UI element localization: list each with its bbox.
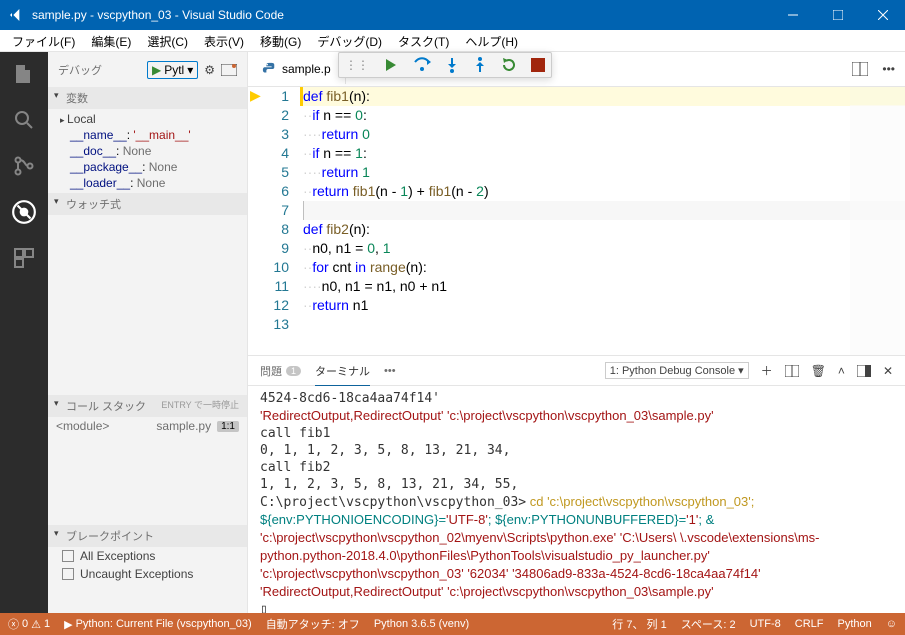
new-terminal-icon[interactable]: ＋ <box>761 362 773 379</box>
split-terminal-icon[interactable] <box>785 365 799 377</box>
step-over-button[interactable] <box>413 57 431 73</box>
vscode-logo-icon <box>8 7 24 23</box>
restart-button[interactable] <box>501 57 517 73</box>
split-editor-icon[interactable] <box>852 62 868 76</box>
minimap[interactable] <box>850 87 905 355</box>
debug-sidebar: デバッグ ▶Pytl▾ ⚙ 変数 Local __name__: '__main… <box>48 52 248 613</box>
tab-label: sample.p <box>282 62 331 76</box>
step-into-button[interactable] <box>445 57 459 73</box>
section-variables[interactable]: 変数 <box>48 87 247 109</box>
maximize-panel-icon[interactable]: ˄ <box>838 364 845 378</box>
panel-tab-problems[interactable]: 問題1 <box>260 363 301 379</box>
tab-sample-py[interactable]: sample.p <box>248 54 346 84</box>
bp-uncaught-exceptions[interactable]: Uncaught Exceptions <box>48 565 247 583</box>
debug-toolbar[interactable]: ⋮⋮ <box>338 52 552 78</box>
scope-local[interactable]: Local <box>48 111 247 127</box>
status-errors[interactable]: ⓧ0 ⚠1 <box>8 616 50 632</box>
code-editor[interactable]: ▶ 12345678910111213 def fib1(n):··if n =… <box>248 87 905 355</box>
status-encoding[interactable]: UTF-8 <box>750 616 781 632</box>
sidebar-title: デバッグ <box>58 62 141 78</box>
status-bar: ⓧ0 ⚠1 ▶ Python: Current File (vscpython_… <box>0 613 905 635</box>
more-actions-icon[interactable]: ••• <box>882 62 895 76</box>
close-panel-icon[interactable]: ✕ <box>883 364 893 378</box>
window-title: sample.py - vscpython_03 - Visual Studio… <box>32 8 770 22</box>
panel-tab-more[interactable]: ••• <box>384 365 396 377</box>
section-callstack[interactable]: コール スタック ENTRY で一時停止 <box>48 395 247 417</box>
status-auto-attach[interactable]: 自動アタッチ: オフ <box>266 616 360 632</box>
continue-button[interactable] <box>383 57 399 73</box>
menu-file[interactable]: ファイル(F) <box>4 30 83 51</box>
menubar: ファイル(F) 編集(E) 選択(C) 表示(V) 移動(G) デバッグ(D) … <box>0 30 905 52</box>
menu-tasks[interactable]: タスク(T) <box>390 30 457 51</box>
status-indent[interactable]: スペース: 2 <box>681 616 736 632</box>
editor-tabs: sample.p ⋮⋮ ••• <box>248 52 905 87</box>
close-button[interactable] <box>860 0 905 30</box>
debug-settings-icon[interactable]: ⚙ <box>204 63 215 77</box>
panel-tab-terminal[interactable]: ターミナル <box>315 363 370 386</box>
menu-view[interactable]: 表示(V) <box>196 30 252 51</box>
menu-debug[interactable]: デバッグ(D) <box>309 30 390 51</box>
bottom-panel: 問題1 ターミナル ••• 1: Python Debug Console ▾ … <box>248 355 905 613</box>
activity-bar <box>0 52 48 613</box>
bp-all-exceptions[interactable]: All Exceptions <box>48 547 247 565</box>
section-watch[interactable]: ウォッチ式 <box>48 193 247 215</box>
step-out-button[interactable] <box>473 57 487 73</box>
debug-console-icon[interactable] <box>221 64 237 76</box>
extensions-icon[interactable] <box>10 244 38 272</box>
section-breakpoints[interactable]: ブレークポイント <box>48 525 247 547</box>
stop-button[interactable] <box>531 58 545 72</box>
status-feedback-icon[interactable]: ☺ <box>886 616 897 632</box>
kill-terminal-icon[interactable]: 🗑 <box>811 364 826 378</box>
var-row: __package__: None <box>48 159 247 175</box>
var-row: __loader__: None <box>48 175 247 191</box>
line-gutter: 12345678910111213 <box>248 87 303 355</box>
toolbar-grip-icon[interactable]: ⋮⋮ <box>345 58 369 72</box>
status-launch-config[interactable]: ▶ Python: Current File (vscpython_03) <box>64 618 252 631</box>
menu-help[interactable]: ヘルプ(H) <box>457 30 526 51</box>
menu-edit[interactable]: 編集(E) <box>83 30 139 51</box>
titlebar: sample.py - vscpython_03 - Visual Studio… <box>0 0 905 30</box>
menu-go[interactable]: 移動(G) <box>252 30 309 51</box>
var-row: __name__: '__main__' <box>48 127 247 143</box>
scm-icon[interactable] <box>10 152 38 180</box>
minimize-button[interactable] <box>770 0 815 30</box>
maximize-button[interactable] <box>815 0 860 30</box>
move-panel-icon[interactable] <box>857 365 871 377</box>
explorer-icon[interactable] <box>10 60 38 88</box>
var-row: __doc__: None <box>48 143 247 159</box>
status-eol[interactable]: CRLF <box>795 616 824 632</box>
start-debug-button[interactable]: ▶Pytl▾ <box>147 61 198 79</box>
python-file-icon <box>262 62 276 76</box>
search-icon[interactable] <box>10 106 38 134</box>
menu-selection[interactable]: 選択(C) <box>139 30 196 51</box>
stack-frame[interactable]: <module> sample.py 1:1 <box>48 417 247 435</box>
status-language[interactable]: Python <box>838 616 872 632</box>
terminal-selector[interactable]: 1: Python Debug Console ▾ <box>605 362 749 379</box>
debug-icon[interactable] <box>10 198 38 226</box>
terminal-output[interactable]: 4524-8cd6-18ca4aa74f14' 'RedirectOutput,… <box>248 386 905 613</box>
status-python-env[interactable]: Python 3.6.5 (venv) <box>374 618 469 630</box>
status-cursor-pos[interactable]: 行 7、 列 1 <box>612 616 666 632</box>
